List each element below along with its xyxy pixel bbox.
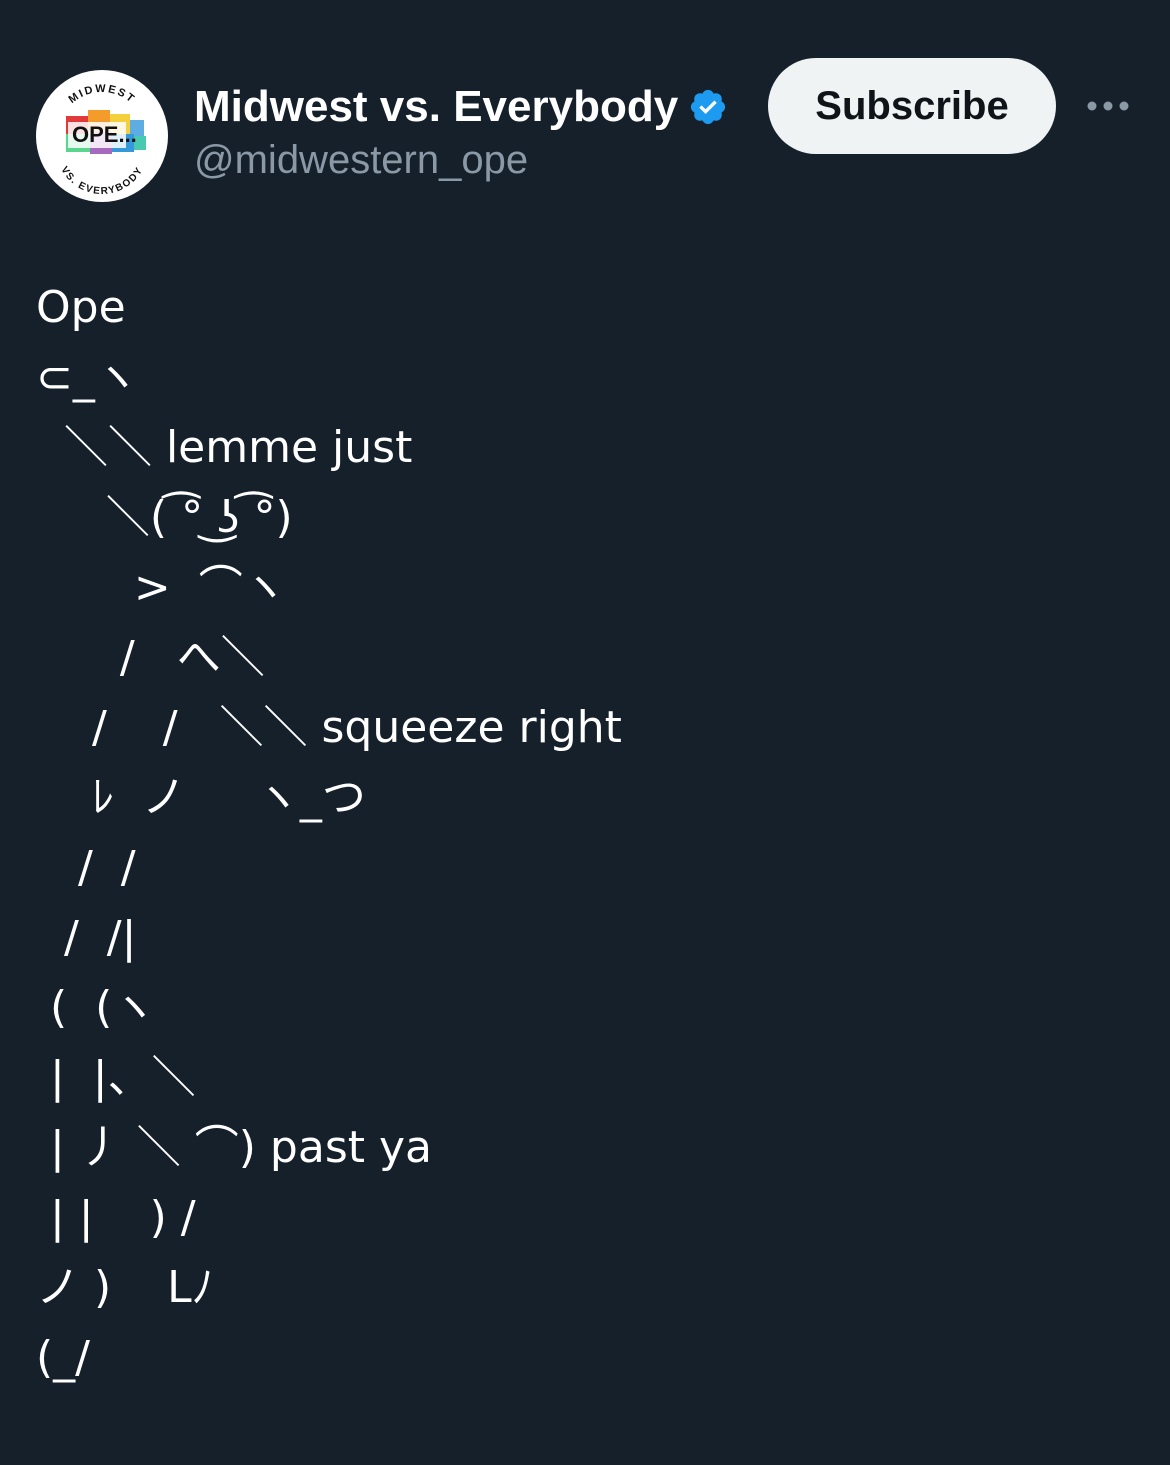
tweet-line: | 丿 ＼ ⌒) past ya	[36, 1122, 432, 1173]
name-row: Midwest vs. Everybody	[194, 80, 728, 134]
tweet-line: > ⌒ヽ	[36, 562, 287, 613]
user-handle[interactable]: @midwestern_ope	[194, 138, 528, 183]
tweet-line: / へ＼	[36, 632, 265, 683]
display-name[interactable]: Midwest vs. Everybody	[194, 82, 678, 132]
tweet-line: | |、＼	[36, 1052, 196, 1103]
tweet-text: Ope ⊂_ヽ ＼＼ lemme just ＼( ͡° ͜ʖ ͡°) > ⌒ヽ …	[36, 278, 1136, 1408]
tweet-line: ( (ヽ	[36, 982, 157, 1033]
tweet-line: ノ ) Lﾉ	[36, 1262, 214, 1313]
tweet-line: / / ＼＼ squeeze right	[36, 702, 622, 753]
tweet-line: (_/	[36, 1332, 90, 1383]
avatar[interactable]: OPE... MIDWEST VS. EVERYBODY	[36, 70, 168, 202]
tweet-line: ⊂_ヽ	[36, 352, 139, 403]
more-options-button[interactable]	[1080, 84, 1136, 128]
tweet-line: Ope	[36, 282, 126, 333]
tweet-line: ＼＼ lemme just	[36, 422, 413, 473]
subscribe-button[interactable]: Subscribe	[768, 58, 1056, 154]
avatar-logo: OPE... MIDWEST VS. EVERYBODY	[38, 72, 166, 200]
tweet-line: ＼( ͡° ͜ʖ ͡°)	[36, 492, 293, 543]
tweet-header: OPE... MIDWEST VS. EVERYBODY Midwest vs.…	[0, 0, 1170, 220]
tweet-line: / /	[36, 842, 136, 893]
tweet-line: / /|	[36, 912, 137, 963]
verified-badge-icon	[688, 87, 728, 127]
tweet-line: ﾚ ノ ヽ_つ	[36, 772, 366, 823]
more-horizontal-icon	[1087, 101, 1129, 111]
tweet-line: | | ) /	[36, 1192, 196, 1243]
avatar-center-text: OPE...	[72, 122, 137, 147]
